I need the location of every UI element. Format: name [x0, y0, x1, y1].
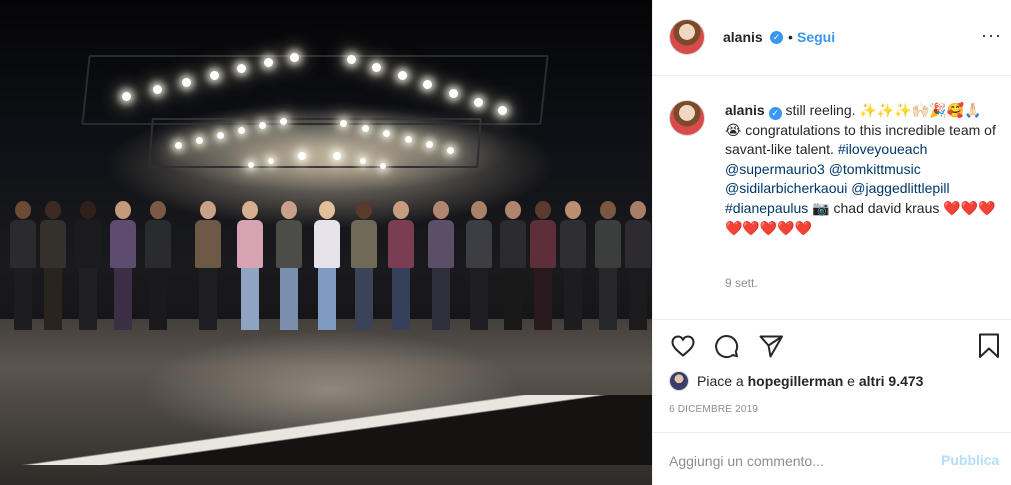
stage-light	[217, 132, 224, 139]
follow-button[interactable]: Segui	[797, 29, 835, 45]
post-caption: alanis ✓ still reeling. ✨✨✨🙌🏻🎉🥰🙏🏻😭 congr…	[653, 77, 1011, 319]
stage-light	[474, 98, 483, 107]
stage-light	[398, 71, 407, 80]
performer	[466, 201, 492, 330]
mention-link[interactable]: @supermaurio3	[725, 161, 825, 177]
caption-username[interactable]: alanis	[725, 102, 765, 118]
performer	[40, 201, 66, 330]
likes-middle: e	[843, 373, 859, 389]
post-photo[interactable]	[0, 0, 652, 485]
lighting-truss	[81, 55, 549, 125]
stage-light	[423, 80, 432, 89]
hashtag-link[interactable]: #iloveyoueach	[838, 141, 928, 157]
stage-light	[122, 92, 131, 101]
performer	[145, 201, 171, 330]
stage-light	[259, 122, 266, 129]
performer	[625, 201, 651, 330]
verified-badge-icon: ✓	[768, 107, 782, 120]
header-separator: •	[788, 29, 793, 45]
performer	[314, 201, 340, 330]
performer	[595, 201, 621, 330]
cast-line	[0, 180, 652, 330]
stage-light	[175, 142, 182, 149]
hashtag-link[interactable]: #dianepaulus	[725, 200, 808, 216]
stage-light	[360, 158, 366, 164]
stage-light	[383, 130, 390, 137]
stage-edge	[0, 395, 652, 465]
stage-light	[298, 152, 306, 160]
stage-light	[333, 152, 341, 160]
stage-light	[280, 118, 287, 125]
performer	[276, 201, 302, 330]
performer	[195, 201, 221, 330]
mention-link[interactable]: @sidilarbicherkaoui	[725, 180, 847, 196]
likes-summary: Piace a hopegillerman e altri 9.473	[669, 371, 923, 393]
mention-link[interactable]: @tomkittmusic	[829, 161, 921, 177]
stage-light	[290, 53, 299, 62]
performer	[237, 201, 263, 330]
verified-badge-icon: ✓	[770, 31, 783, 44]
heart-icon[interactable]	[669, 332, 697, 360]
performer	[428, 201, 454, 330]
stage-light	[447, 147, 454, 154]
post-header: alanis ✓ • Segui ···	[653, 0, 1011, 76]
add-comment-bar: Pubblica	[653, 432, 1011, 485]
stage-light	[264, 58, 273, 67]
comment-icon[interactable]	[713, 332, 741, 360]
stage-light	[196, 137, 203, 144]
stage-light	[340, 120, 347, 127]
performer	[351, 201, 377, 330]
performer	[530, 201, 556, 330]
post-side-panel: alanis ✓ • Segui ··· alanis ✓ still reel…	[652, 0, 1011, 485]
time-ago[interactable]: 9 sett.	[725, 276, 758, 290]
photo-credit: 📷 chad david kraus	[808, 199, 944, 216]
stage-light	[380, 163, 386, 169]
action-bar	[653, 319, 1011, 373]
comment-input[interactable]	[669, 451, 919, 471]
stage-light	[426, 141, 433, 148]
liker-username[interactable]: hopegillerman	[748, 373, 844, 389]
performer	[388, 201, 414, 330]
caption-text: alanis ✓ still reeling. ✨✨✨🙌🏻🎉🥰🙏🏻😭 congr…	[725, 101, 997, 238]
stage-light	[372, 63, 381, 72]
stage-light	[248, 162, 254, 168]
stage-light	[498, 106, 507, 115]
publish-button[interactable]: Pubblica	[941, 452, 999, 468]
performer	[10, 201, 36, 330]
post-date[interactable]: 6 DICEMBRE 2019	[669, 404, 758, 415]
stage-light	[238, 127, 245, 134]
stage-light	[449, 89, 458, 98]
more-options-icon[interactable]: ···	[981, 25, 1002, 46]
performer	[75, 201, 101, 330]
stage-light	[268, 158, 274, 164]
likes-count[interactable]: altri 9.473	[859, 373, 924, 389]
share-icon[interactable]	[757, 332, 785, 360]
stage-light	[210, 71, 219, 80]
header-username[interactable]: alanis	[723, 29, 763, 45]
liker-avatar[interactable]	[669, 371, 689, 391]
stage-light	[153, 85, 162, 94]
bookmark-icon[interactable]	[975, 332, 1003, 360]
performer	[500, 201, 526, 330]
stage-light	[237, 64, 246, 73]
performer	[560, 201, 586, 330]
stage-light	[347, 55, 356, 64]
performer	[110, 201, 136, 330]
mention-link[interactable]: @jaggedlittlepill	[851, 180, 949, 196]
stage-light	[362, 125, 369, 132]
likes-prefix: Piace a	[697, 373, 748, 389]
caption-avatar[interactable]	[669, 100, 705, 136]
stage-light	[405, 136, 412, 143]
stage-light	[182, 78, 191, 87]
profile-avatar[interactable]	[669, 19, 705, 55]
